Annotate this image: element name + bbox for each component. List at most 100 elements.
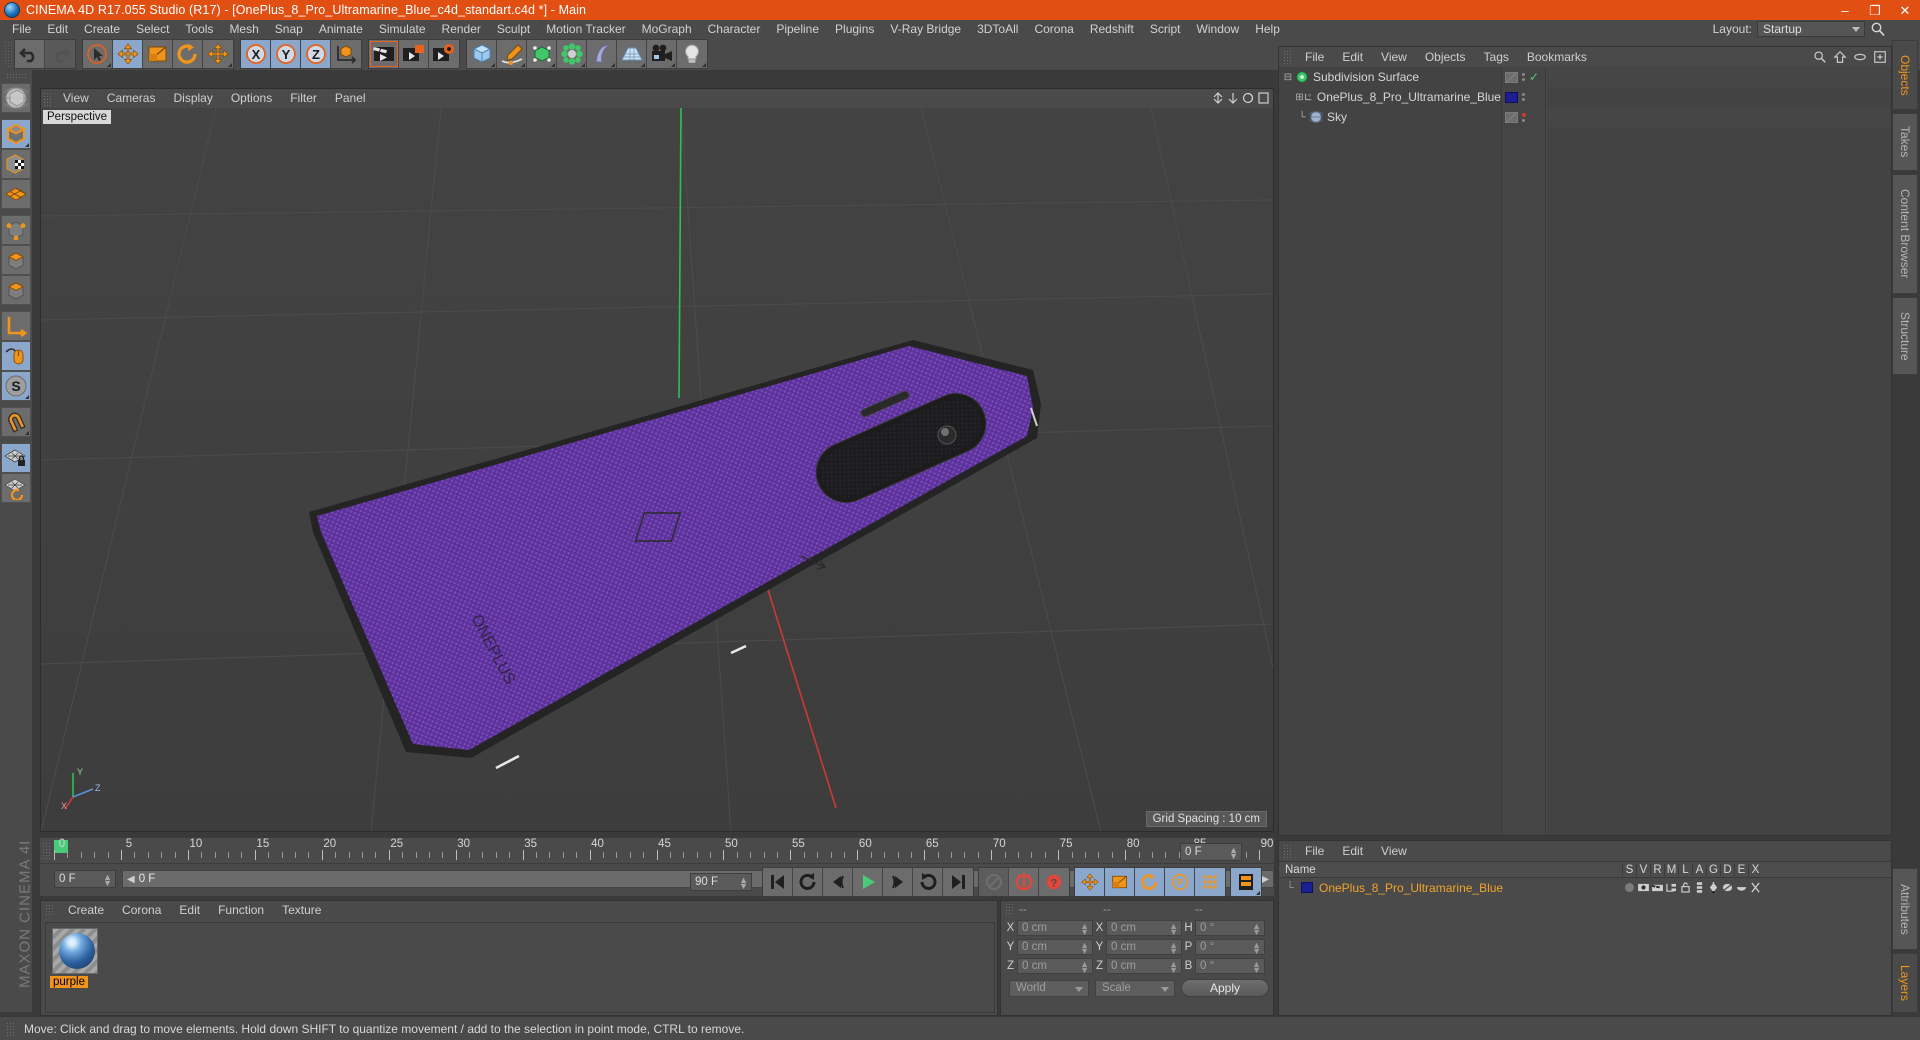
menu-snap[interactable]: Snap — [267, 20, 311, 38]
render-view-icon[interactable] — [369, 40, 399, 68]
object-manager-grip[interactable] — [1283, 50, 1293, 64]
coord-rotation-b-field[interactable]: 0 ° ▲ ▼ — [1195, 957, 1265, 974]
object-menu-bookmarks[interactable]: Bookmarks — [1518, 47, 1596, 67]
menu-edit[interactable]: Edit — [39, 20, 76, 38]
layer-menu-view[interactable]: View — [1372, 841, 1416, 861]
y-axis-icon[interactable]: Y — [271, 40, 301, 68]
menu-script[interactable]: Script — [1142, 20, 1189, 38]
ellipse-icon[interactable] — [1853, 50, 1867, 64]
range-left-handle-icon[interactable]: ◀ — [127, 874, 135, 885]
camera-icon[interactable] — [647, 40, 677, 68]
make-editable-icon[interactable] — [1, 83, 31, 113]
tab-content-browser[interactable]: Content Browser — [1892, 174, 1918, 294]
layer-menu-edit[interactable]: Edit — [1333, 841, 1372, 861]
enable-snapping-icon[interactable] — [1, 341, 31, 371]
column-g[interactable]: G — [1706, 863, 1720, 876]
column-e[interactable]: E — [1734, 863, 1748, 876]
column-l[interactable]: L — [1678, 863, 1692, 876]
record-position-icon[interactable] — [1075, 868, 1105, 896]
magnet-icon[interactable] — [1, 407, 31, 437]
timeline-icon[interactable] — [1231, 868, 1261, 896]
material-menu-corona[interactable]: Corona — [113, 901, 170, 920]
layer-color-swatch[interactable] — [1301, 882, 1313, 893]
object-menu-edit[interactable]: Edit — [1333, 47, 1372, 67]
spinner-icon[interactable]: ▲ ▼ — [1252, 921, 1261, 936]
coord-size-x-field[interactable]: 0 cm ▲ ▼ — [1106, 919, 1182, 936]
texture-mode-icon[interactable] — [1, 149, 31, 179]
material-tag-icon[interactable] — [1505, 91, 1518, 103]
spinner-icon[interactable]: ▲ ▼ — [1229, 846, 1238, 861]
viewport-menu-display[interactable]: Display — [164, 89, 221, 108]
coord-position-y-field[interactable]: 0 cm ▲ ▼ — [1017, 938, 1093, 955]
column-m[interactable]: M — [1664, 863, 1678, 876]
layer-solo-icon[interactable] — [1622, 883, 1636, 892]
menu-vray-bridge[interactable]: V-Ray Bridge — [882, 20, 969, 38]
material-manager-grip[interactable] — [45, 904, 55, 917]
column-s[interactable]: S — [1622, 863, 1636, 876]
layer-expression-icon[interactable] — [1734, 884, 1748, 892]
material-swatch[interactable] — [52, 928, 98, 974]
go-to-start-icon[interactable] — [763, 868, 793, 896]
menu-tools[interactable]: Tools — [177, 20, 221, 38]
material-menu-create[interactable]: Create — [59, 901, 113, 920]
menu-help[interactable]: Help — [1247, 20, 1288, 38]
rotate-tool-icon[interactable] — [173, 40, 203, 68]
object-row-oneplus[interactable]: ⊞ 0 OnePlus_8_Pro_Ultramarine_Blue — [1279, 87, 1501, 107]
coord-rotation-p-field[interactable]: 0 ° ▲ ▼ — [1195, 938, 1265, 955]
transform-mode-dropdown[interactable]: Scale — [1095, 979, 1175, 997]
visibility-toggle-dots[interactable] — [1522, 93, 1525, 101]
layout-dropdown[interactable]: Startup — [1757, 21, 1865, 37]
timeline-track[interactable]: 051015202530354045505560657075808590 — [54, 838, 1274, 864]
add-layer-icon[interactable] — [1873, 50, 1887, 64]
menu-corona[interactable]: Corona — [1026, 20, 1081, 38]
object-menu-objects[interactable]: Objects — [1416, 47, 1475, 67]
menu-file[interactable]: File — [4, 20, 39, 38]
lock-workplane-icon[interactable] — [1, 443, 31, 473]
menu-create[interactable]: Create — [76, 20, 128, 38]
column-v[interactable]: V — [1636, 863, 1650, 876]
polygon-mode-icon[interactable] — [1, 275, 31, 305]
spinner-icon[interactable]: ▲ ▼ — [1252, 959, 1261, 974]
column-d[interactable]: D — [1720, 863, 1734, 876]
search-icon[interactable] — [1870, 21, 1886, 37]
coordinates-grip[interactable] — [1005, 903, 1015, 916]
object-tree[interactable]: ⊟ Subdivision Surface ⊞ 0 OnePlus_8_Pro_… — [1279, 67, 1501, 835]
menu-mesh[interactable]: Mesh — [221, 20, 266, 38]
menu-redshift[interactable]: Redshift — [1082, 20, 1142, 38]
enabled-check-icon[interactable]: ✓ — [1529, 70, 1539, 84]
coordinate-system-dropdown[interactable]: World — [1009, 979, 1089, 997]
step-forward-icon[interactable] — [883, 868, 913, 896]
viewport-3d-canvas[interactable]: Perspective ONEPLUS Y Z X Grid Spacing:… — [41, 108, 1273, 831]
coord-position-x-field[interactable]: 0 cm ▲ ▼ — [1017, 919, 1093, 936]
floor-environment-icon[interactable] — [617, 40, 647, 68]
layer-render-icon[interactable] — [1650, 883, 1664, 892]
column-a[interactable]: A — [1692, 863, 1706, 876]
viewport-menu-cameras[interactable]: Cameras — [98, 89, 165, 108]
point-mode-icon[interactable] — [1, 215, 31, 245]
spinner-icon[interactable]: ▲ ▼ — [1080, 940, 1089, 955]
menu-motion-tracker[interactable]: Motion Tracker — [538, 20, 633, 38]
tab-structure[interactable]: Structure — [1892, 297, 1918, 375]
material-menu-texture[interactable]: Texture — [273, 901, 330, 920]
scale-tool-icon[interactable] — [143, 40, 173, 68]
material-menu-function[interactable]: Function — [209, 901, 273, 920]
record-parameter-icon[interactable]: P — [1165, 868, 1195, 896]
search-icon[interactable] — [1813, 50, 1827, 64]
nurbs-icon[interactable] — [527, 40, 557, 68]
material-name[interactable]: purple — [50, 976, 88, 988]
layer-xref-icon[interactable] — [1748, 882, 1762, 893]
spinner-icon[interactable]: ▲ ▼ — [103, 873, 112, 888]
end-frame-field-top[interactable]: 0 F ▲ ▼ — [1180, 843, 1242, 861]
next-key-icon[interactable] — [913, 868, 943, 896]
coord-size-z-field[interactable]: 0 cm ▲ ▼ — [1106, 957, 1182, 974]
material-menu-edit[interactable]: Edit — [170, 901, 209, 920]
visibility-dots-icon[interactable] — [1505, 71, 1518, 83]
layer-visible-icon[interactable] — [1636, 883, 1650, 892]
menu-render[interactable]: Render — [434, 20, 489, 38]
status-bar-grip[interactable] — [6, 1021, 16, 1036]
expander-plus-icon[interactable]: ⊞ — [1295, 92, 1304, 103]
previous-key-icon[interactable] — [793, 868, 823, 896]
record-active-objects-icon[interactable] — [979, 868, 1009, 896]
array-icon[interactable] — [557, 40, 587, 68]
layer-lock-icon[interactable] — [1678, 882, 1692, 893]
